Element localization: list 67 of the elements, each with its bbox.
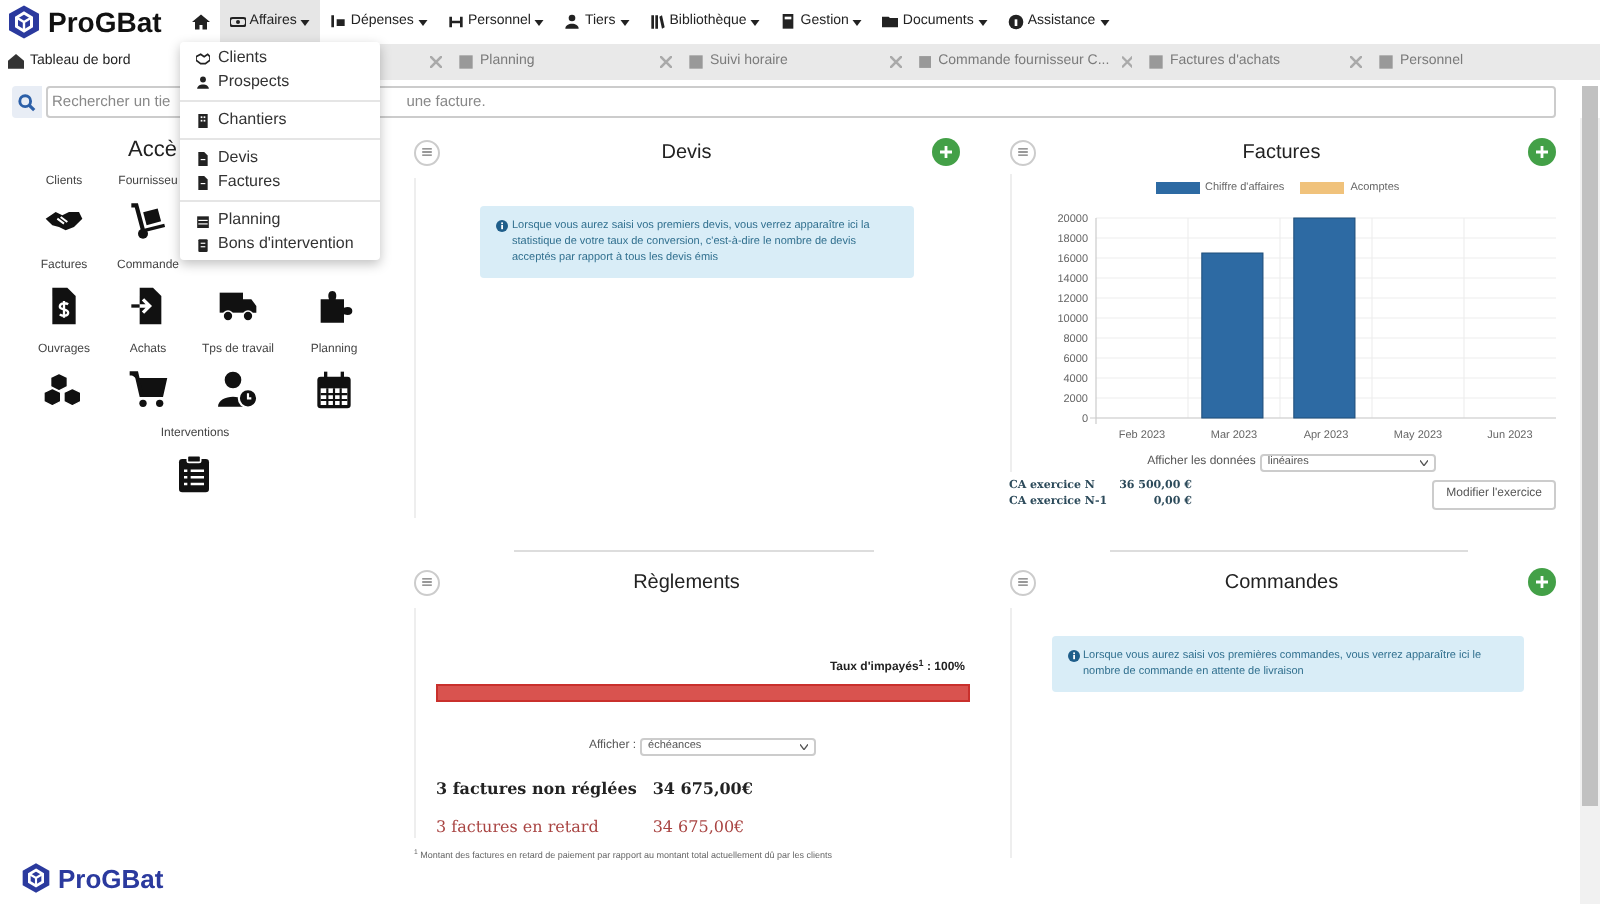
caret-icon [534, 19, 545, 25]
help-icon [1007, 14, 1024, 30]
menu-item[interactable]: Planning [180, 208, 380, 232]
building-icon [196, 113, 210, 127]
add-button[interactable] [1527, 568, 1556, 596]
search-icon [12, 86, 42, 118]
menu-item[interactable]: Bons d'intervention [180, 232, 380, 256]
home-icon[interactable] [191, 14, 210, 30]
panel-title: Factures [1242, 139, 1321, 167]
bar[interactable] [1200, 252, 1263, 419]
caret-icon [417, 19, 428, 25]
list-toggle-button[interactable] [1009, 139, 1035, 165]
add-button[interactable] [1528, 138, 1556, 166]
add-button[interactable] [932, 138, 961, 166]
caret-icon [1099, 19, 1110, 25]
cubes-icon[interactable] [42, 370, 86, 410]
plus-icon [1535, 576, 1548, 588]
caret-icon [300, 19, 311, 25]
info-icon [1067, 650, 1079, 662]
panel-title: Commandes [1224, 569, 1339, 597]
stat-value: 34 675,00€ [652, 816, 747, 840]
list-toggle-button[interactable] [414, 139, 440, 165]
logo-icon [20, 862, 52, 895]
info-icon [496, 220, 508, 232]
menu-item[interactable]: Factures [180, 170, 380, 194]
close-icon[interactable] [890, 56, 902, 68]
list-icon [1017, 148, 1027, 156]
chevron-icon [1419, 460, 1428, 466]
section-title: Accè [128, 136, 177, 166]
brand-name: ProGBat [48, 3, 162, 41]
folder-icon [882, 14, 899, 30]
caret-icon [750, 19, 761, 25]
dumbbell-icon [447, 14, 464, 30]
cart-icon[interactable] [126, 370, 170, 410]
chevron-icon [800, 744, 809, 750]
money-icon [229, 14, 246, 30]
user-icon [564, 14, 581, 30]
menu-item[interactable]: Devis [180, 146, 380, 170]
home-icon [8, 54, 24, 70]
close-icon[interactable] [1121, 56, 1132, 68]
caret-icon [977, 19, 988, 25]
panel-title: Devis [661, 139, 712, 167]
bar[interactable] [1292, 217, 1355, 419]
panel-title: Règlements [633, 569, 740, 597]
scrollbar[interactable] [1582, 86, 1598, 806]
plus-icon [1536, 146, 1548, 158]
list-icon [422, 578, 432, 586]
caret-icon [619, 19, 630, 25]
stat-label: 3 factures non réglées [436, 776, 637, 800]
clipboard-icon [196, 237, 210, 251]
books-icon [649, 14, 666, 30]
calculator-icon [780, 14, 797, 30]
stat-value: 34 675,00€ [652, 776, 755, 800]
brand-name: ProGBat [58, 861, 164, 897]
caret-icon [852, 19, 863, 25]
user-icon [196, 75, 210, 89]
list-icon [422, 148, 432, 156]
list-icon [1017, 578, 1027, 586]
close-icon[interactable] [430, 56, 442, 68]
close-icon[interactable] [660, 56, 672, 68]
user-clock-icon[interactable] [216, 370, 260, 410]
stat-label: 3 factures en retard [436, 816, 601, 840]
list-toggle-button[interactable] [1009, 569, 1035, 595]
hand-truck-icon[interactable] [126, 202, 170, 242]
close-icon[interactable] [1350, 56, 1362, 68]
list-toggle-button[interactable] [414, 569, 440, 595]
plus-icon [940, 146, 953, 158]
